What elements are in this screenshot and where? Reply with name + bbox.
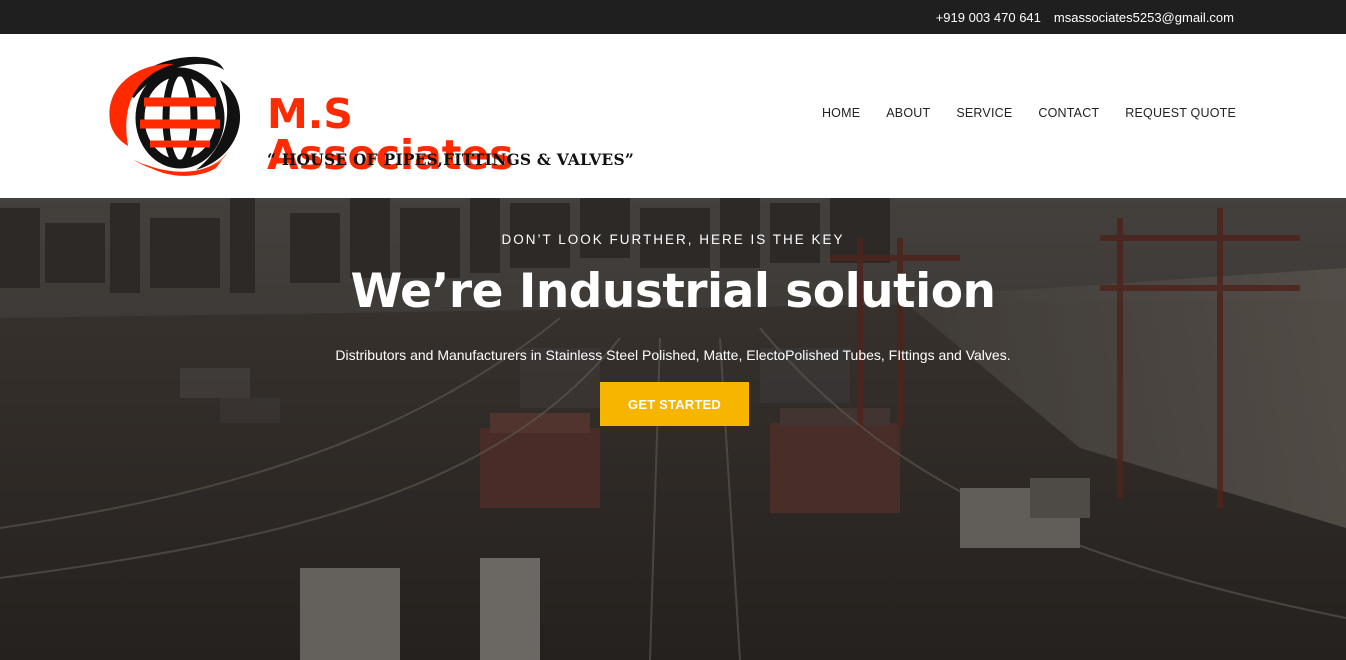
contact-info: +919 003 470 641 msassociates5253@gmail.… bbox=[936, 0, 1234, 34]
nav-request-quote[interactable]: REQUEST QUOTE bbox=[1125, 106, 1236, 120]
nav-about[interactable]: ABOUT bbox=[886, 106, 930, 120]
top-contact-bar: +919 003 470 641 msassociates5253@gmail.… bbox=[0, 0, 1346, 34]
main-nav: HOME ABOUT SERVICE CONTACT REQUEST QUOTE bbox=[822, 106, 1236, 120]
hero-section: DON’T LOOK FURTHER, HERE IS THE KEY We’r… bbox=[0, 198, 1346, 660]
email-link[interactable]: msassociates5253@gmail.com bbox=[1054, 10, 1234, 25]
nav-home[interactable]: HOME bbox=[822, 106, 860, 120]
hero-headline: We’re Industrial solution bbox=[350, 264, 996, 319]
site-header: M.S Associates “ HOUSE OF PIPES,FITTINGS… bbox=[0, 34, 1346, 198]
nav-contact[interactable]: CONTACT bbox=[1038, 106, 1099, 120]
hero-eyebrow: DON’T LOOK FURTHER, HERE IS THE KEY bbox=[501, 232, 845, 247]
globe-logo-icon bbox=[109, 56, 241, 176]
logo[interactable]: M.S Associates “ HOUSE OF PIPES,FITTINGS… bbox=[104, 52, 634, 182]
phone-link[interactable]: +919 003 470 641 bbox=[936, 10, 1041, 25]
hero-subtitle: Distributors and Manufacturers in Stainl… bbox=[335, 347, 1011, 363]
brand-tagline: “ HOUSE OF PIPES,FITTINGS & VALVES” bbox=[267, 150, 634, 169]
nav-service[interactable]: SERVICE bbox=[956, 106, 1012, 120]
get-started-button[interactable]: GET STARTED bbox=[600, 382, 749, 426]
